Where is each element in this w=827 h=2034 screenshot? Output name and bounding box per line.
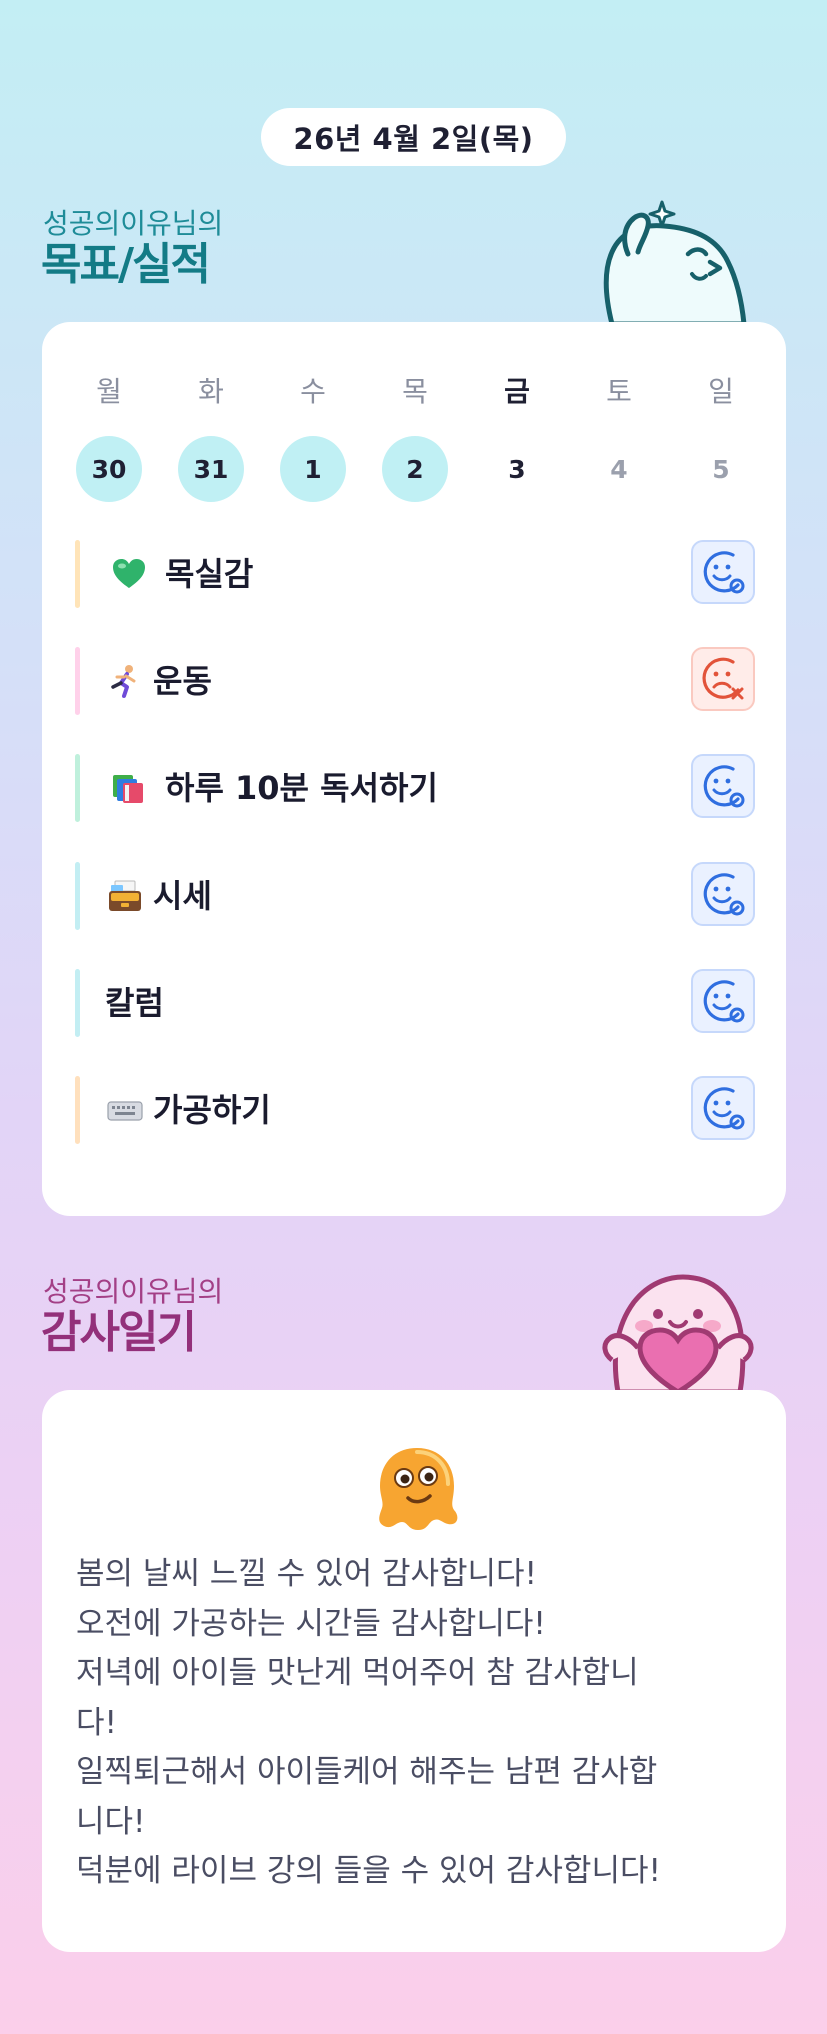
goal-row[interactable]: 하루 10분 독서하기	[75, 754, 755, 822]
day-label: 일	[708, 375, 734, 408]
frown-x-icon	[702, 657, 744, 700]
smile-check-icon	[703, 980, 745, 1023]
day-number: 5	[712, 454, 730, 484]
running-person-icon	[105, 661, 145, 701]
thanks-section-title: 감사일기	[41, 1307, 197, 1358]
goal-status-button[interactable]	[691, 1076, 755, 1140]
gratitude-line: 오전에 가공하는 시간들 감사합니다!	[76, 1605, 546, 1642]
day-sun[interactable]: 일 5	[687, 372, 755, 502]
goal-label: 칼럼	[105, 984, 164, 1022]
goal-label: 시세	[153, 877, 212, 915]
goal-label: 목실감	[165, 555, 254, 593]
goal-status-button[interactable]	[691, 754, 755, 818]
gratitude-line: 저녁에 아이들 맛난게 먹어주어 참 감사합니	[76, 1655, 639, 1691]
goal-row[interactable]: 가공하기	[75, 1076, 755, 1144]
day-number: 4	[610, 454, 628, 484]
goal-status-button[interactable]	[691, 969, 755, 1033]
day-wed[interactable]: 수 1	[279, 372, 347, 502]
gratitude-card: 봄의 날씨 느낄 수 있어 감사합니다! 오전에 가공하는 시간들 감사합니다!…	[42, 1390, 786, 1952]
day-label: 금	[504, 375, 530, 408]
goal-row[interactable]: 운동	[75, 647, 755, 715]
melting-face-icon	[379, 1448, 458, 1530]
day-thu[interactable]: 목 2	[381, 372, 449, 502]
day-number: 2	[382, 436, 448, 502]
smile-check-icon	[703, 765, 745, 808]
day-label: 월	[96, 375, 122, 408]
ghost-mascot-icon	[603, 200, 747, 324]
goal-color-bar	[75, 969, 80, 1037]
day-label: 목	[402, 375, 428, 408]
gratitude-line: 다!	[76, 1704, 117, 1741]
day-number: 30	[76, 436, 142, 502]
goal-row[interactable]: 칼럼	[75, 969, 755, 1037]
week-calendar: 월 30 화 31 수 1 목 2 금 3 토 4 일 5	[75, 372, 755, 502]
goal-color-bar	[75, 647, 80, 715]
day-number: 1	[280, 436, 346, 502]
smile-check-icon	[703, 551, 745, 594]
date-pill[interactable]: 26년 4월 2일(목)	[261, 108, 566, 166]
goal-label: 가공하기	[153, 1091, 271, 1129]
day-label: 수	[300, 375, 326, 408]
green-heart-icon	[109, 554, 149, 594]
smile-check-icon	[703, 1087, 745, 1130]
day-label: 토	[606, 375, 632, 408]
goal-row[interactable]: 시세	[75, 862, 755, 930]
date-text: 26년 4월 2일(목)	[293, 122, 534, 156]
goal-color-bar	[75, 862, 80, 930]
gratitude-line: 니다!	[76, 1803, 146, 1840]
day-label: 화	[198, 375, 224, 408]
goal-color-bar	[75, 754, 80, 822]
goal-color-bar	[75, 1076, 80, 1144]
pink-mascot-heart-icon	[602, 1274, 754, 1392]
goal-color-bar	[75, 540, 80, 608]
day-fri[interactable]: 금 3	[483, 372, 551, 502]
goal-label: 하루 10분 독서하기	[165, 769, 438, 807]
keyboard-icon	[105, 1090, 145, 1130]
goal-status-button[interactable]	[691, 647, 755, 711]
gratitude-line: 일찍퇴근해서 아이들케어 해주는 남편 감사합	[76, 1754, 658, 1790]
day-tue[interactable]: 화 31	[177, 372, 245, 502]
card-file-box-icon	[105, 876, 145, 916]
day-mon[interactable]: 월 30	[75, 372, 143, 502]
goal-status-button[interactable]	[691, 540, 755, 604]
day-sat[interactable]: 토 4	[585, 372, 653, 502]
gratitude-text: 봄의 날씨 느낄 수 있어 감사합니다! 오전에 가공하는 시간들 감사합니다!…	[76, 1550, 766, 1897]
smile-check-icon	[703, 873, 745, 916]
gratitude-line: 덕분에 라이브 강의 들을 수 있어 감사합니다!	[76, 1853, 661, 1889]
goal-label: 운동	[153, 662, 212, 700]
goal-row[interactable]: 목실감	[75, 540, 755, 608]
books-icon	[109, 768, 149, 808]
gratitude-line: 봄의 날씨 느낄 수 있어 감사합니다!	[76, 1556, 537, 1592]
goals-card: 월 30 화 31 수 1 목 2 금 3 토 4 일 5 목실감 운동 하루 …	[42, 322, 786, 1216]
day-number: 3	[508, 454, 526, 484]
goals-section-title: 목표/실적	[41, 239, 211, 290]
goal-status-button[interactable]	[691, 862, 755, 926]
day-number: 31	[178, 436, 244, 502]
